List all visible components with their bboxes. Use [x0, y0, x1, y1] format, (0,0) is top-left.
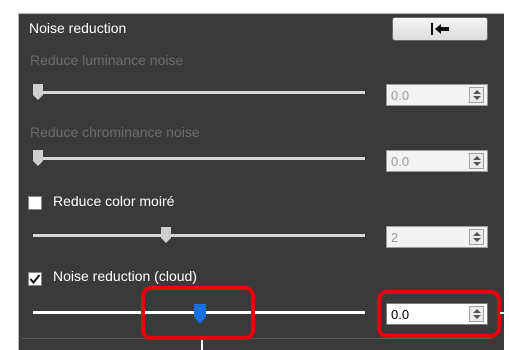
luminance-noise-label: Reduce luminance noise: [30, 52, 184, 68]
spin-arrows-icon[interactable]: [469, 87, 484, 103]
cloud-noise-label: Noise reduction (cloud): [53, 268, 197, 284]
spin-arrows-icon[interactable]: [469, 153, 484, 169]
panel-title: Noise reduction: [29, 20, 127, 36]
slider-highlight-box: [141, 286, 255, 340]
chrominance-noise-spinbox[interactable]: 0.0: [386, 150, 488, 172]
color-moire-thumb[interactable]: [161, 227, 171, 243]
spin-arrows-icon[interactable]: [469, 229, 484, 245]
value-highlight-box: [377, 290, 501, 338]
callout-leader-line: [201, 340, 203, 350]
color-moire-spinbox[interactable]: 2: [386, 226, 488, 248]
checkmark-icon: [29, 274, 41, 285]
luminance-noise-track[interactable]: [33, 91, 365, 94]
reset-arrow-icon: [431, 23, 449, 35]
luminance-noise-value: 0.0: [391, 88, 410, 103]
chrominance-noise-track[interactable]: [33, 157, 365, 160]
chrominance-noise-thumb[interactable]: [33, 150, 43, 166]
color-moire-track[interactable]: [33, 234, 365, 237]
color-moire-checkbox[interactable]: [28, 196, 42, 210]
color-moire-value: 2: [391, 230, 399, 245]
cloud-noise-checkbox[interactable]: [28, 272, 42, 286]
color-moire-label: Reduce color moiré: [53, 193, 175, 209]
noise-reduction-window: Noise reduction Reduce luminance noise 0…: [0, 0, 509, 350]
chrominance-noise-label: Reduce chrominance noise: [30, 124, 200, 140]
chrominance-noise-value: 0.0: [391, 154, 410, 169]
luminance-noise-spinbox[interactable]: 0.0: [386, 84, 488, 106]
bottom-separator: [22, 338, 492, 339]
callout-leader-line: [500, 312, 509, 314]
reset-button[interactable]: [392, 17, 488, 41]
luminance-noise-thumb[interactable]: [33, 84, 43, 100]
